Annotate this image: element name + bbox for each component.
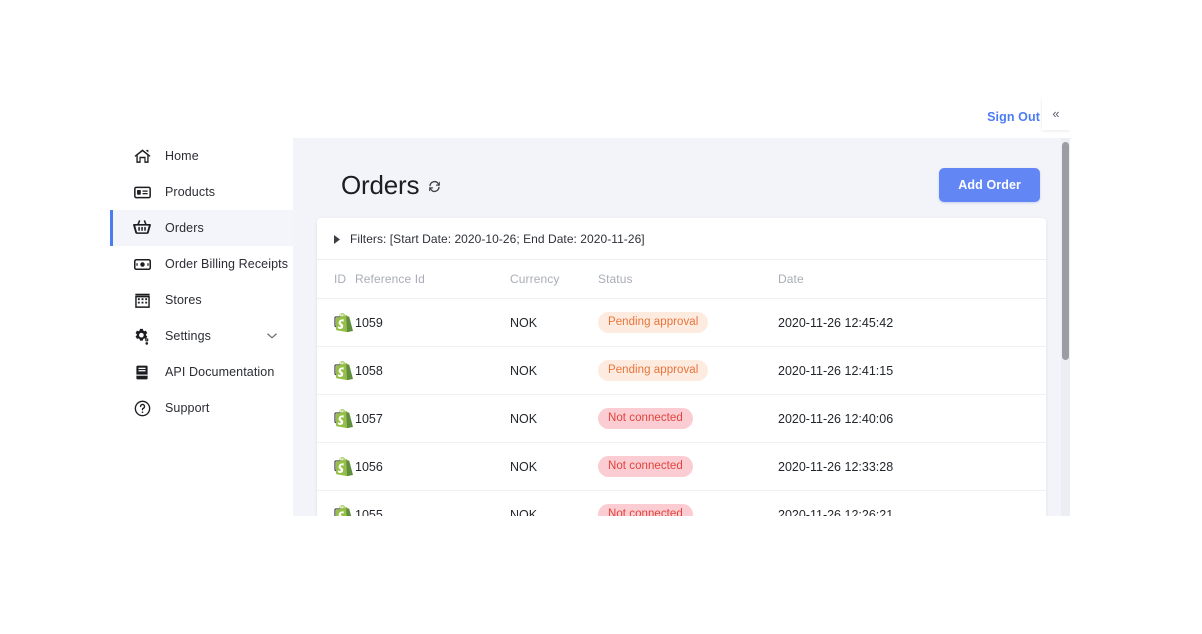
date-cell: 2020-11-26 12:41:15 — [778, 346, 1046, 395]
status-cell: Pending approval — [598, 298, 778, 347]
table-row[interactable]: 1055 NOK Not connected 2020-11-26 12:26:21 — [317, 490, 1046, 516]
sidebar-item-label: Support — [165, 401, 210, 415]
source-cell — [336, 298, 355, 347]
sidebar-item-order-billing-receipts[interactable]: Order Billing Receipts — [110, 246, 293, 282]
orders-card: Filters: [Start Date: 2020-10-26; End Da… — [317, 218, 1046, 516]
table-row[interactable]: 1058 NOK Pending approval 2020-11-26 12:41:… — [317, 346, 1046, 395]
topbar: Sign Out — [293, 96, 1070, 138]
copy-cell — [317, 490, 347, 516]
sidebar: Home Products Orders Order Billing Receipts… — [110, 96, 293, 516]
currency-cell: NOK — [510, 442, 598, 491]
date-cell: 2020-11-26 12:45:42 — [778, 298, 1046, 347]
question-circle-icon — [133, 399, 151, 417]
table-row[interactable]: 1057 NOK Not connected 2020-11-26 12:40:06 — [317, 394, 1046, 443]
refresh-icon[interactable] — [428, 180, 441, 193]
status-badge: Pending approval — [598, 312, 709, 333]
sidebar-item-stores[interactable]: Stores — [110, 282, 293, 318]
copy-cell — [317, 442, 347, 491]
main-content: Orders Add Order Filters: [Start Date: 2… — [293, 138, 1070, 516]
reference-id-cell: 1056 — [355, 442, 510, 491]
page-title-wrap: Orders — [341, 170, 441, 201]
chevron-double-left-icon: « — [1052, 105, 1060, 121]
sidebar-nav-list: Home Products Orders Order Billing Receipts… — [110, 138, 293, 426]
main-scrollbar-thumb[interactable] — [1062, 142, 1069, 360]
cogs-icon — [133, 327, 151, 345]
sidebar-item-label: Order Billing Receipts — [165, 257, 289, 271]
table-row[interactable]: 1059 NOK Pending approval 2020-11-26 12:45:… — [317, 298, 1046, 347]
currency-cell: NOK — [510, 298, 598, 347]
reference-id-cell: 1059 — [355, 298, 510, 347]
currency-cell: NOK — [510, 394, 598, 443]
status-cell: Pending approval — [598, 346, 778, 395]
orders-table-header-row: ID Reference Id Currency Status Date — [317, 259, 1046, 299]
orders-table-body: 1059 NOK Pending approval 2020-11-26 12:45:… — [317, 298, 1046, 516]
orders-table-head: ID Reference Id Currency Status Date — [317, 259, 1046, 299]
currency-cell: NOK — [510, 346, 598, 395]
copy-cell — [317, 298, 347, 347]
source-cell — [336, 442, 355, 491]
status-badge: Pending approval — [598, 360, 709, 381]
sidebar-item-label: Products — [165, 185, 216, 199]
copy-cell — [317, 346, 347, 395]
sidebar-item-label: API Documentation — [165, 365, 275, 379]
sidebar-item-label: Home — [165, 149, 199, 163]
home-icon — [133, 147, 151, 165]
app-shell: Home Products Orders Order Billing Receipts… — [110, 96, 1070, 516]
orders-table: ID Reference Id Currency Status Date 1059 NOK… — [317, 259, 1046, 516]
source-cell — [336, 394, 355, 443]
page-header: Orders Add Order — [317, 138, 1046, 218]
sidebar-item-api-documentation[interactable]: API Documentation — [110, 354, 293, 390]
book-icon — [133, 363, 151, 381]
source-cell — [336, 490, 355, 516]
money-bill-icon — [133, 255, 151, 273]
status-cell: Not connected — [598, 442, 778, 491]
column-header-date[interactable]: Date — [778, 259, 1046, 299]
add-order-button[interactable]: Add Order — [939, 168, 1040, 202]
reference-id-cell: 1058 — [355, 346, 510, 395]
sidebar-item-label: Orders — [165, 221, 204, 235]
filters-toggle[interactable]: Filters: [Start Date: 2020-10-26; End Da… — [317, 218, 1046, 259]
sidebar-item-products[interactable]: Products — [110, 174, 293, 210]
column-header-currency[interactable]: Currency — [510, 259, 598, 299]
sidebar-item-orders[interactable]: Orders — [110, 210, 293, 246]
sign-out-link[interactable]: Sign Out — [987, 110, 1040, 124]
right-column: « Sign Out Orders Add Order Filters: [St… — [293, 96, 1070, 516]
basket-icon — [133, 219, 151, 237]
caret-right-icon — [334, 234, 340, 244]
table-row[interactable]: 1056 NOK Not connected 2020-11-26 12:33:28 — [317, 442, 1046, 491]
main-scrollbar-track[interactable] — [1061, 138, 1070, 516]
sidebar-item-settings[interactable]: Settings — [110, 318, 293, 354]
date-cell: 2020-11-26 12:26:21 — [778, 490, 1046, 516]
status-badge: Not connected — [598, 456, 693, 477]
filters-summary-text: Filters: [Start Date: 2020-10-26; End Da… — [350, 232, 645, 246]
column-header-status[interactable]: Status — [598, 259, 778, 299]
sidebar-item-label: Settings — [165, 329, 211, 343]
currency-cell: NOK — [510, 490, 598, 516]
date-cell: 2020-11-26 12:40:06 — [778, 394, 1046, 443]
sidebar-collapse-button[interactable]: « — [1042, 96, 1070, 130]
reference-id-cell: 1057 — [355, 394, 510, 443]
sidebar-item-label: Stores — [165, 293, 202, 307]
page-title: Orders — [341, 169, 420, 200]
chevron-down-icon[interactable] — [267, 333, 277, 340]
sidebar-item-support[interactable]: Support — [110, 390, 293, 426]
status-badge: Not connected — [598, 408, 693, 429]
column-header-id[interactable]: ID — [317, 259, 355, 299]
status-badge: Not connected — [598, 504, 693, 516]
sidebar-item-home[interactable]: Home — [110, 138, 293, 174]
status-cell: Not connected — [598, 490, 778, 516]
status-cell: Not connected — [598, 394, 778, 443]
date-cell: 2020-11-26 12:33:28 — [778, 442, 1046, 491]
reference-id-cell: 1055 — [355, 490, 510, 516]
copy-cell — [317, 394, 347, 443]
source-cell — [336, 346, 355, 395]
products-card-icon — [133, 183, 151, 201]
column-header-reference-id[interactable]: Reference Id — [355, 259, 510, 299]
store-icon — [133, 291, 151, 309]
